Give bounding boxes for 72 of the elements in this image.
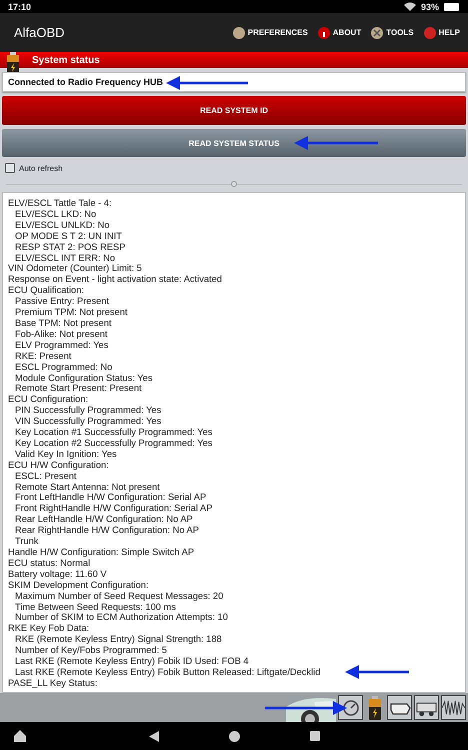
action-button[interactable]: READ SYSTEM ID bbox=[2, 96, 466, 125]
report-line: Trunk bbox=[14, 536, 38, 547]
battery-percent: 93% bbox=[420, 2, 439, 12]
report-line: RESP STAT 2: POS RESP bbox=[14, 242, 126, 253]
recents-icon[interactable] bbox=[310, 731, 320, 741]
report-line: ESCL: Present bbox=[14, 470, 76, 482]
report-line: Last RKE (Remote Keyless Entry) Fobik ID Used: FOB 4 bbox=[14, 656, 249, 667]
app-title: AlfaOBD bbox=[14, 25, 65, 40]
report-line: Time Between Seed Requests: 100 ms bbox=[14, 602, 176, 612]
report-line: Number of Key/Fobs Programmed: 5 bbox=[14, 645, 167, 656]
gauge-icon[interactable] bbox=[338, 695, 363, 720]
report-line: Valid Key In Ignition: Yes bbox=[14, 448, 117, 460]
report-line: Rear LeftHandle H/W Configuration: No AP bbox=[14, 514, 193, 526]
report-line: ECU status: Normal bbox=[8, 558, 90, 569]
report-line: Key Location #1 Successfully Programmed: Yes bbox=[14, 427, 212, 438]
report-line: Passive Entry: Present bbox=[14, 296, 110, 308]
menu-button[interactable]: PREFERENCES bbox=[230, 24, 310, 40]
report-line: SKIM Development Configuration: bbox=[8, 580, 149, 591]
report-line: Handle H/W Configuration: Simple Switch AP bbox=[8, 547, 194, 558]
menu-button[interactable]: ABOUT bbox=[316, 24, 364, 40]
clock: 17:10 bbox=[8, 2, 32, 12]
report-line: Remote Start Present: Present bbox=[14, 383, 142, 394]
report-line: ESCL Programmed: No bbox=[14, 362, 112, 372]
header-title: System status bbox=[32, 54, 100, 66]
wifi-icon bbox=[404, 2, 416, 11]
report-line: ELV/ESCL UNLKD: No bbox=[14, 220, 110, 231]
report-line: Remote Start Antenna: Not present bbox=[14, 482, 160, 492]
report-line: Rear RightHandle H/W Configuration: No AP bbox=[14, 525, 199, 536]
report-line: Last RKE (Remote Keyless Entry) Fobik Button Released: Liftgate/Decklid bbox=[14, 666, 320, 678]
report-line: ECU Configuration: bbox=[8, 394, 88, 406]
report-line: ECU H/W Configuration: bbox=[8, 460, 109, 471]
report-line: VIN Odometer (Counter) Limit: 5 bbox=[8, 263, 142, 274]
battery-icon bbox=[444, 2, 460, 10]
engine-icon[interactable] bbox=[387, 695, 412, 720]
report-line: RKE (Remote Keyless Entry) Signal Strength: 188 bbox=[14, 634, 222, 646]
report-line: Fob-Alike: Not present bbox=[14, 328, 108, 340]
report-line: Premium TPM: Not present bbox=[14, 307, 128, 318]
arrow-annotation bbox=[345, 664, 409, 679]
action-button[interactable]: READ SYSTEM STATUS bbox=[2, 129, 466, 157]
menu-button[interactable]: TOOLS bbox=[369, 24, 416, 40]
report-line: PASE_LL Key Status: bbox=[8, 678, 98, 689]
report-line: RKE: Present bbox=[14, 350, 72, 362]
back-icon[interactable] bbox=[148, 730, 158, 742]
report-line: Number of SKIM to ECM Authorization Attempts: 10 bbox=[14, 612, 228, 624]
report-line: ECU Qualification: bbox=[8, 285, 84, 296]
report-line: Key Location #2 Successfully Programmed: Yes bbox=[14, 438, 212, 449]
report-line: RKE Key Fob Data: bbox=[8, 623, 90, 634]
report-line: ELV Programmed: Yes bbox=[14, 340, 108, 351]
report-line: Base TPM: Not present bbox=[14, 318, 112, 329]
car-icon[interactable] bbox=[414, 695, 439, 720]
waveform-icon[interactable] bbox=[441, 695, 466, 720]
report-line: VIN Successfully Programmed: Yes bbox=[14, 416, 162, 428]
report-line: ELV/ESCL Tattle Tale - 4: bbox=[8, 198, 112, 209]
report-line: Response on Event - light activation state: Activated bbox=[8, 274, 222, 286]
report-line: Battery voltage: 11.60 V bbox=[8, 568, 107, 580]
checkbox-label: Auto refresh bbox=[19, 164, 63, 172]
menu-button[interactable]: HELP bbox=[422, 24, 462, 40]
report-line: ELV/ESCL LKD: No bbox=[14, 208, 96, 220]
checkbox[interactable] bbox=[5, 163, 15, 173]
report-line: OP MODE S T 2: UN INIT bbox=[14, 230, 122, 242]
connection-field[interactable]: Connected to Radio Frequency HUB bbox=[2, 72, 466, 92]
report-line: ELV/ESCL INT ERR: No bbox=[14, 252, 116, 264]
tools-icon bbox=[371, 26, 384, 38]
report-line: Module Configuration Status: Yes bbox=[14, 372, 152, 384]
home-button-icon[interactable] bbox=[228, 730, 240, 742]
info-icon bbox=[318, 26, 330, 38]
splitter-handle[interactable] bbox=[231, 181, 237, 187]
home-icon[interactable] bbox=[14, 730, 26, 742]
report-line: Maximum Number of Seed Request Messages: 20 bbox=[14, 590, 224, 602]
report-line: Front LeftHandle H/W Configuration: Serial AP bbox=[14, 492, 206, 504]
report-line: Front RightHandle H/W Configuration: Serial AP bbox=[14, 503, 212, 514]
report-line: PIN Successfully Programmed: Yes bbox=[14, 405, 162, 416]
